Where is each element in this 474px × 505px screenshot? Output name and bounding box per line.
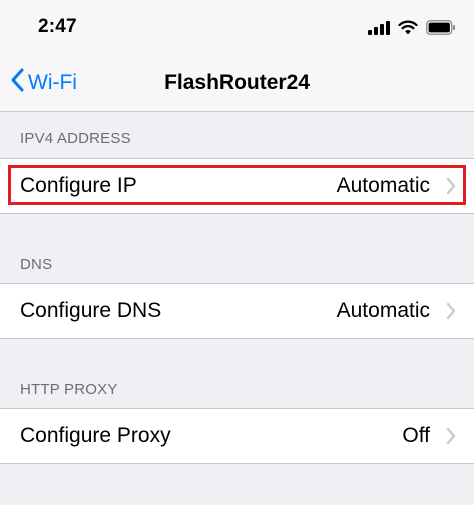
status-bar: 2:47 xyxy=(0,0,474,56)
status-time: 2:47 xyxy=(38,16,77,37)
configure-dns-label: Configure DNS xyxy=(20,299,162,322)
section-header-http-proxy: HTTP PROXY xyxy=(20,381,118,398)
chevron-right-icon xyxy=(446,159,456,213)
battery-icon xyxy=(426,20,455,35)
configure-proxy-value: Off xyxy=(402,424,430,447)
nav-bar: Wi-Fi FlashRouter24 xyxy=(0,56,474,112)
section-header-dns: DNS xyxy=(20,256,53,273)
configure-dns-row[interactable]: Configure DNS Automatic xyxy=(0,283,474,339)
status-icons xyxy=(368,20,456,35)
configure-ip-value: Automatic xyxy=(336,174,430,197)
configure-ip-label: Configure IP xyxy=(20,174,137,197)
chevron-right-icon xyxy=(446,284,456,338)
configure-proxy-label: Configure Proxy xyxy=(20,424,171,447)
page-title: FlashRouter24 xyxy=(164,71,310,94)
wifi-icon xyxy=(398,20,418,35)
configure-proxy-row[interactable]: Configure Proxy Off xyxy=(0,408,474,464)
chevron-right-icon xyxy=(446,409,456,463)
section-header-ipv4: IPV4 ADDRESS xyxy=(20,130,131,147)
signal-icon xyxy=(368,21,390,35)
configure-ip-row[interactable]: Configure IP Automatic xyxy=(0,158,474,214)
configure-dns-value: Automatic xyxy=(336,299,430,322)
